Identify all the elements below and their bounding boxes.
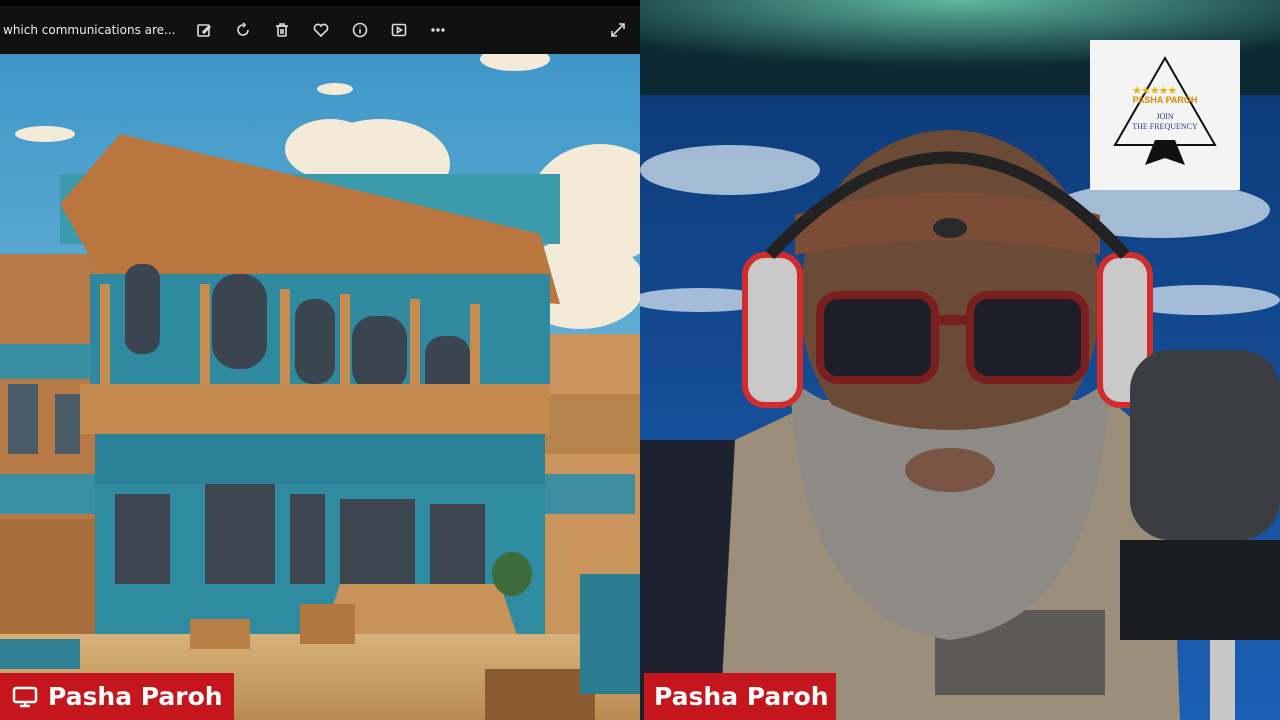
webcam-pane: ★★★★★ PASHA PAROH JOIN THE FREQUENCY — [640, 0, 1280, 720]
logo-frequency: THE FREQUENCY — [1132, 122, 1198, 131]
stream-layout: which communications are... ★★★★★ PASHA … — [0, 0, 1280, 720]
edit-image-icon[interactable] — [194, 20, 214, 40]
logo-brand: PASHA PAROH — [1132, 95, 1198, 105]
screen-share-icon — [12, 685, 38, 709]
channel-logo: ★★★★★ PASHA PAROH JOIN THE FREQUENCY — [1090, 40, 1240, 190]
slideshow-icon[interactable] — [389, 20, 409, 40]
favorite-icon[interactable] — [311, 20, 331, 40]
webcam-name-tag: Pasha Paroh — [644, 673, 836, 720]
image-viewer-toolbar: which communications are... — [0, 6, 640, 54]
image-caption: which communications are... — [3, 23, 176, 37]
screen-share-name-label: Pasha Paroh — [48, 682, 223, 711]
shared-artwork-image — [0, 54, 640, 720]
delete-icon[interactable] — [272, 20, 292, 40]
expand-icon[interactable] — [608, 20, 628, 40]
info-icon[interactable] — [350, 20, 370, 40]
toolbar-tools — [194, 20, 448, 40]
webcam-name-label: Pasha Paroh — [654, 682, 829, 711]
logo-join: JOIN — [1156, 112, 1174, 121]
more-icon[interactable] — [428, 20, 448, 40]
rotate-icon[interactable] — [233, 20, 253, 40]
screen-share-name-tag: Pasha Paroh — [0, 673, 234, 720]
shared-screen-pane: which communications are... — [0, 0, 640, 720]
